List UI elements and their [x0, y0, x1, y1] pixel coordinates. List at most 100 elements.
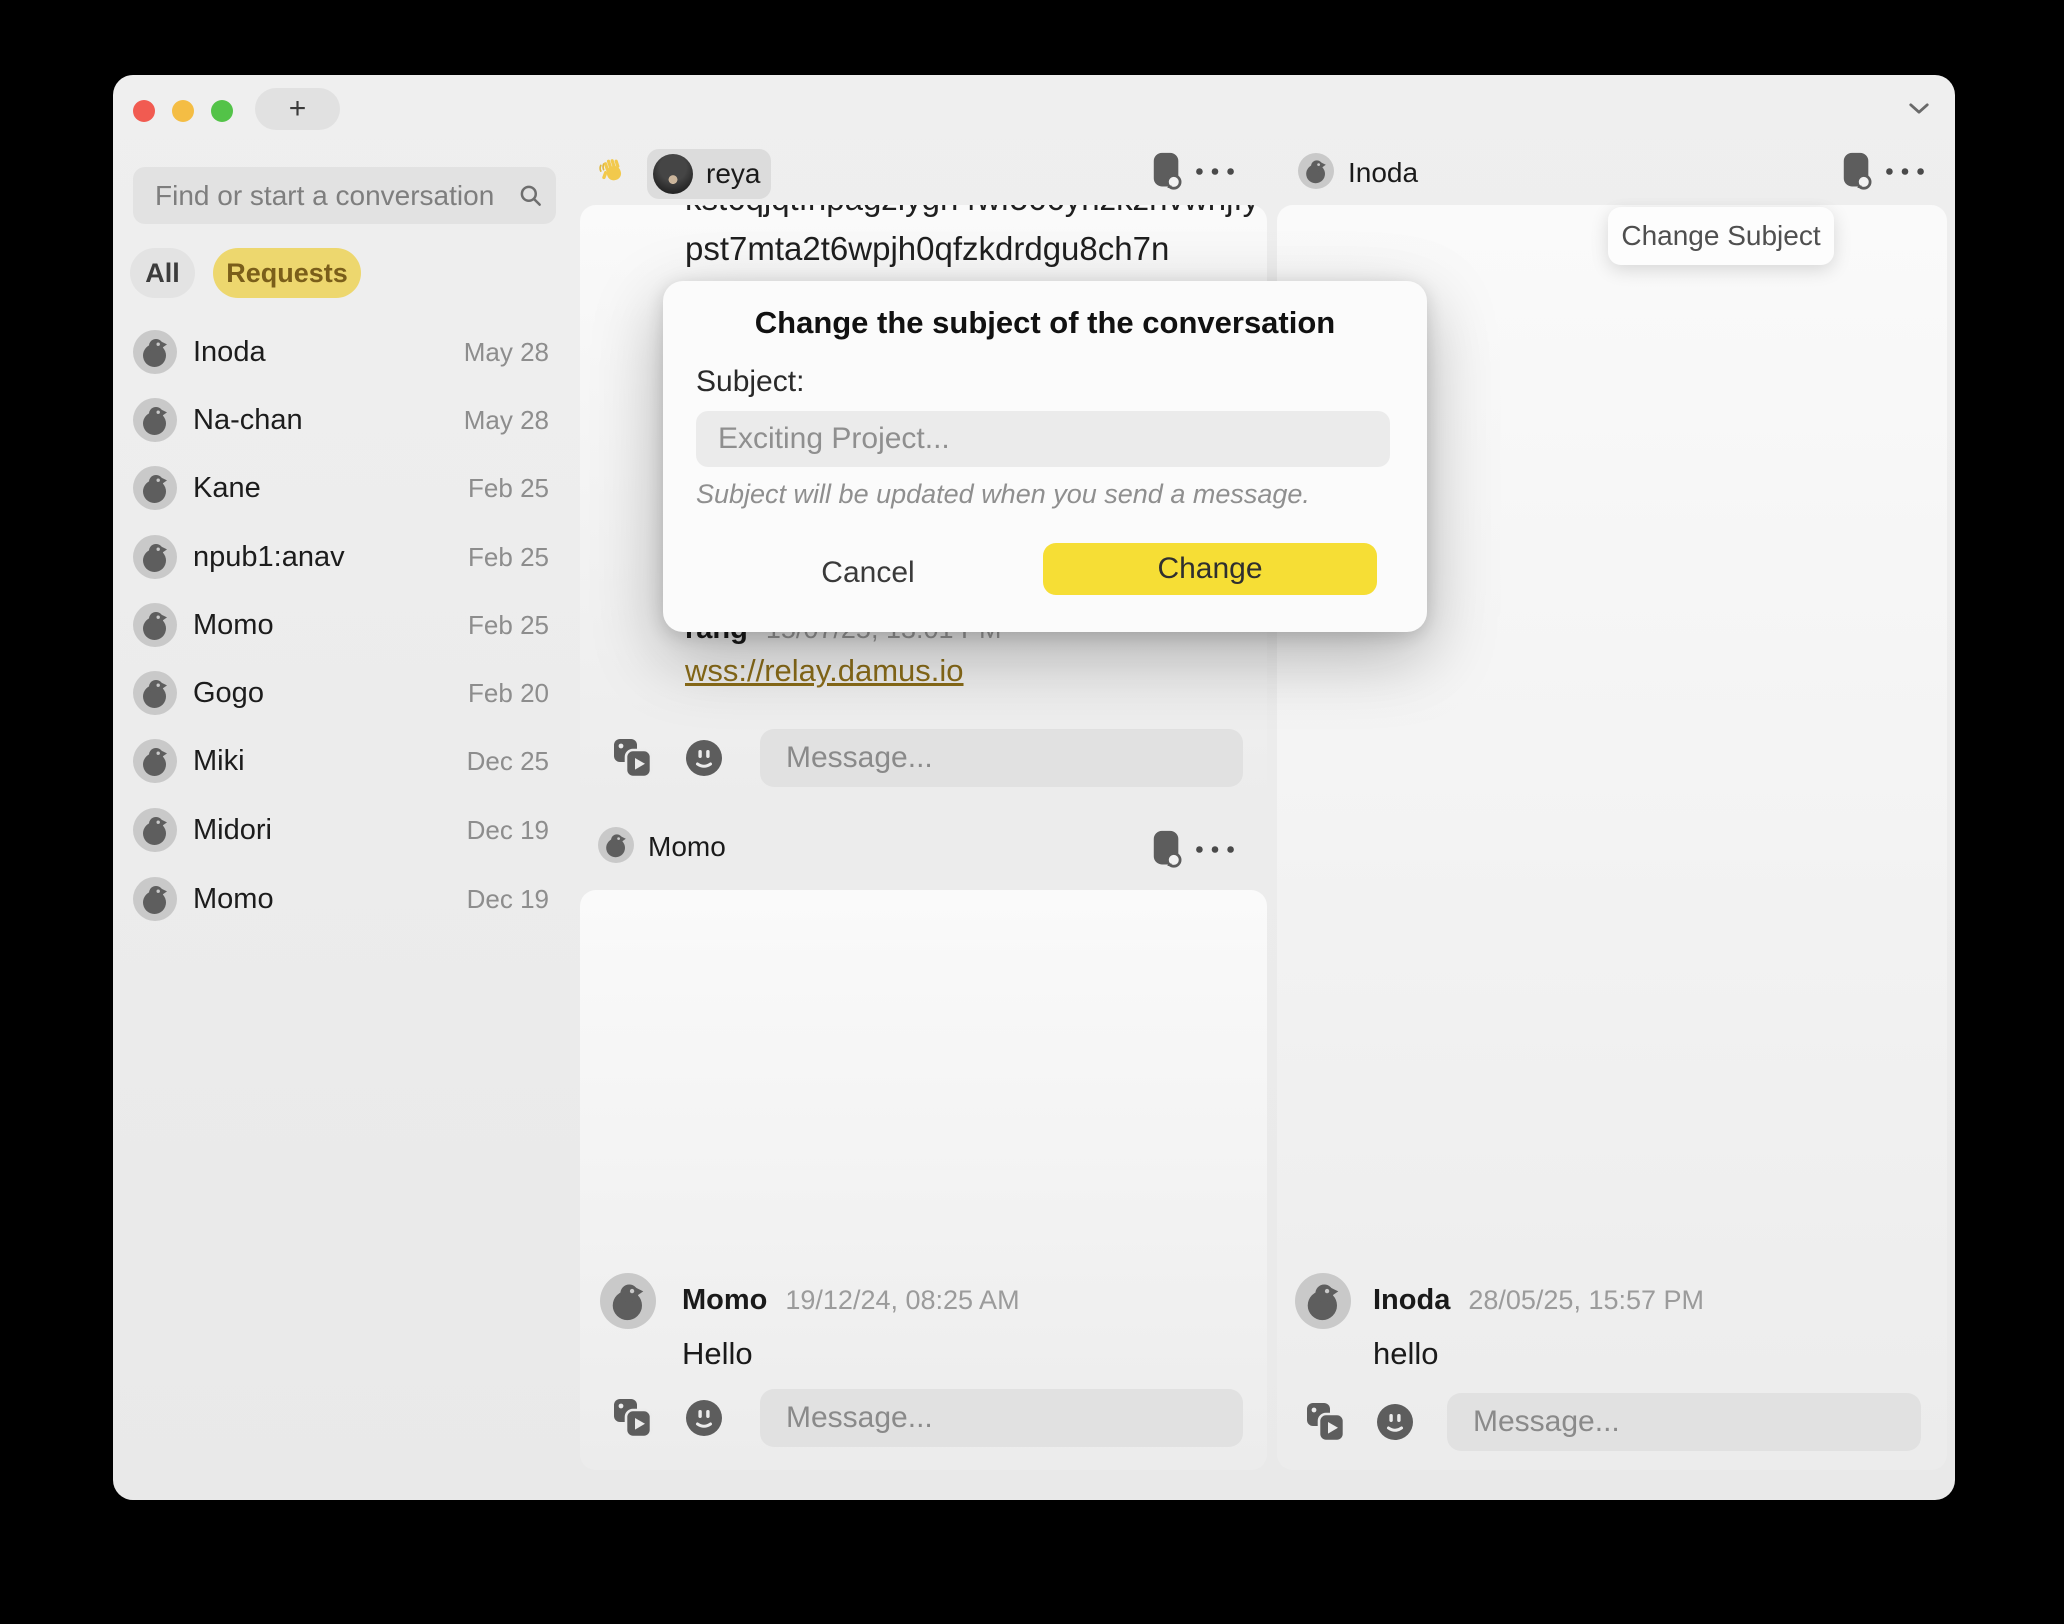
chat-title: reya: [706, 158, 760, 190]
conversation-list-item[interactable]: npub1:anav Feb 25: [133, 529, 549, 585]
conversation-date: Dec 19: [467, 884, 549, 915]
traffic-zoom-button[interactable]: [211, 100, 233, 122]
conversation-list-item[interactable]: Momo Dec 19: [133, 871, 549, 927]
change-subject-icon[interactable]: [1151, 151, 1182, 191]
more-options-icon[interactable]: [1193, 842, 1237, 857]
message-input[interactable]: [760, 729, 1243, 787]
default-avatar-icon: [133, 739, 177, 783]
message-author: Momo: [682, 1284, 767, 1317]
message-avatar[interactable]: [600, 285, 662, 347]
traffic-minimize-button[interactable]: [172, 100, 194, 122]
new-conversation-button[interactable]: +: [255, 88, 340, 130]
filter-requests-label: Requests: [226, 258, 348, 289]
screenshot-root: + All Requests Inoda May 28 Na-chan May …: [0, 0, 2064, 1624]
conversation-date: Feb 25: [468, 610, 549, 641]
emoji-picker-icon[interactable]: [684, 738, 724, 778]
account-avatar[interactable]: [1847, 85, 1893, 131]
change-subject-dialog: Change the subject of the conversation S…: [663, 281, 1427, 632]
conversation-list-item[interactable]: Midori Dec 19: [133, 802, 549, 858]
chevron-down-icon[interactable]: [1908, 102, 1930, 115]
change-button-label: Change: [1157, 552, 1262, 586]
message-timestamp: 19/12/24, 08:25 AM: [785, 1285, 1019, 1316]
chat-header-reya[interactable]: reya: [647, 149, 771, 199]
dialog-title: Change the subject of the conversation: [663, 305, 1427, 341]
tooltip-label: Change Subject: [1621, 220, 1820, 252]
message-input[interactable]: [760, 1389, 1243, 1447]
cancel-button[interactable]: Cancel: [783, 547, 953, 599]
chat-momo-messages-panel: Momo 19/12/24, 08:25 AM Hello: [580, 890, 1267, 1470]
conversation-list-item[interactable]: Miki Dec 25: [133, 733, 549, 789]
conversation-list-item[interactable]: Na-chan May 28: [133, 392, 549, 448]
attach-media-icon[interactable]: [610, 1395, 656, 1441]
subject-input[interactable]: [696, 411, 1390, 467]
message-author: Inoda: [1373, 1284, 1450, 1317]
conversation-name: Gogo: [193, 677, 264, 710]
default-avatar-icon: [133, 535, 177, 579]
attach-media-icon[interactable]: [610, 735, 656, 781]
change-button[interactable]: Change: [1043, 543, 1377, 595]
default-avatar-icon: [133, 808, 177, 852]
message-timestamp: 28/05/25, 15:57 PM: [1468, 1285, 1704, 1316]
filter-tab-requests[interactable]: Requests: [213, 248, 361, 298]
app-window: + All Requests Inoda May 28 Na-chan May …: [113, 75, 1955, 1500]
chat-header-inoda[interactable]: Inoda: [1348, 157, 1418, 189]
cancel-button-label: Cancel: [821, 556, 914, 590]
attach-media-icon[interactable]: [1303, 1399, 1349, 1445]
conversation-name: Momo: [193, 609, 274, 642]
conversation-list-item[interactable]: Inoda May 28: [133, 324, 549, 380]
chat-header-momo[interactable]: Momo: [648, 831, 726, 863]
message-avatar[interactable]: [600, 390, 662, 452]
npub-text-line2: pst7mta2t6wpjh0qfzkdrdgu8ch7n: [685, 229, 1169, 269]
wave-emoji-icon: [598, 157, 628, 187]
avatar: [653, 154, 693, 194]
message-text: Hello: [682, 1336, 753, 1372]
conversation-name: npub1:anav: [193, 541, 345, 574]
conversation-date: Feb 25: [468, 542, 549, 573]
default-avatar-icon: [133, 466, 177, 510]
traffic-close-button[interactable]: [133, 100, 155, 122]
conversation-name: Miki: [193, 745, 245, 778]
plus-icon: +: [289, 92, 307, 126]
message-avatar[interactable]: [1295, 1273, 1351, 1329]
conversation-date: Dec 25: [467, 746, 549, 777]
relay-link[interactable]: wss://relay.damus.io: [685, 653, 964, 689]
message-avatar[interactable]: [600, 1273, 656, 1329]
search-input[interactable]: [153, 179, 518, 213]
npub-text-line1: kst6qjqtfnpagzlygh4wf566yhzkznvwnjfy: [685, 205, 1259, 219]
conversation-list-item[interactable]: Kane Feb 25: [133, 460, 549, 516]
default-avatar-icon: [598, 827, 634, 863]
default-avatar-icon: [1298, 153, 1334, 189]
message-text: hello: [1373, 1336, 1439, 1372]
filter-all-label: All: [145, 258, 180, 289]
message-input-row: [610, 729, 1243, 787]
subject-hint-text: Subject will be updated when you send a …: [696, 479, 1310, 510]
message-avatar[interactable]: [600, 589, 662, 651]
default-avatar-icon: [133, 671, 177, 715]
emoji-picker-icon[interactable]: [1375, 1402, 1415, 1442]
conversation-name: Inoda: [193, 336, 266, 369]
change-subject-tooltip: Change Subject: [1608, 207, 1834, 265]
filter-tab-all[interactable]: All: [130, 248, 195, 298]
emoji-picker-icon[interactable]: [684, 1398, 724, 1438]
conversation-list-item[interactable]: Gogo Feb 20: [133, 665, 549, 721]
more-options-icon[interactable]: [1193, 164, 1237, 179]
change-subject-icon[interactable]: [1151, 829, 1182, 869]
message-avatar[interactable]: [600, 489, 662, 551]
conversation-date: May 28: [464, 337, 549, 368]
default-avatar-icon: [133, 398, 177, 442]
default-avatar-icon: [133, 330, 177, 374]
conversation-date: Feb 20: [468, 678, 549, 709]
conversation-list-item[interactable]: Momo Feb 25: [133, 597, 549, 653]
default-avatar-icon: [133, 603, 177, 647]
conversation-name: Midori: [193, 814, 272, 847]
change-subject-icon[interactable]: [1841, 151, 1872, 191]
message-input-row: [610, 1389, 1243, 1447]
message-header: Momo 19/12/24, 08:25 AM: [682, 1284, 1020, 1317]
more-options-icon[interactable]: [1883, 164, 1927, 179]
conversation-name: Na-chan: [193, 404, 303, 437]
conversation-date: May 28: [464, 405, 549, 436]
message-input[interactable]: [1447, 1393, 1921, 1451]
message-header: Inoda 28/05/25, 15:57 PM: [1373, 1284, 1704, 1317]
conversation-name: Kane: [193, 472, 261, 505]
conversation-date: Dec 19: [467, 815, 549, 846]
